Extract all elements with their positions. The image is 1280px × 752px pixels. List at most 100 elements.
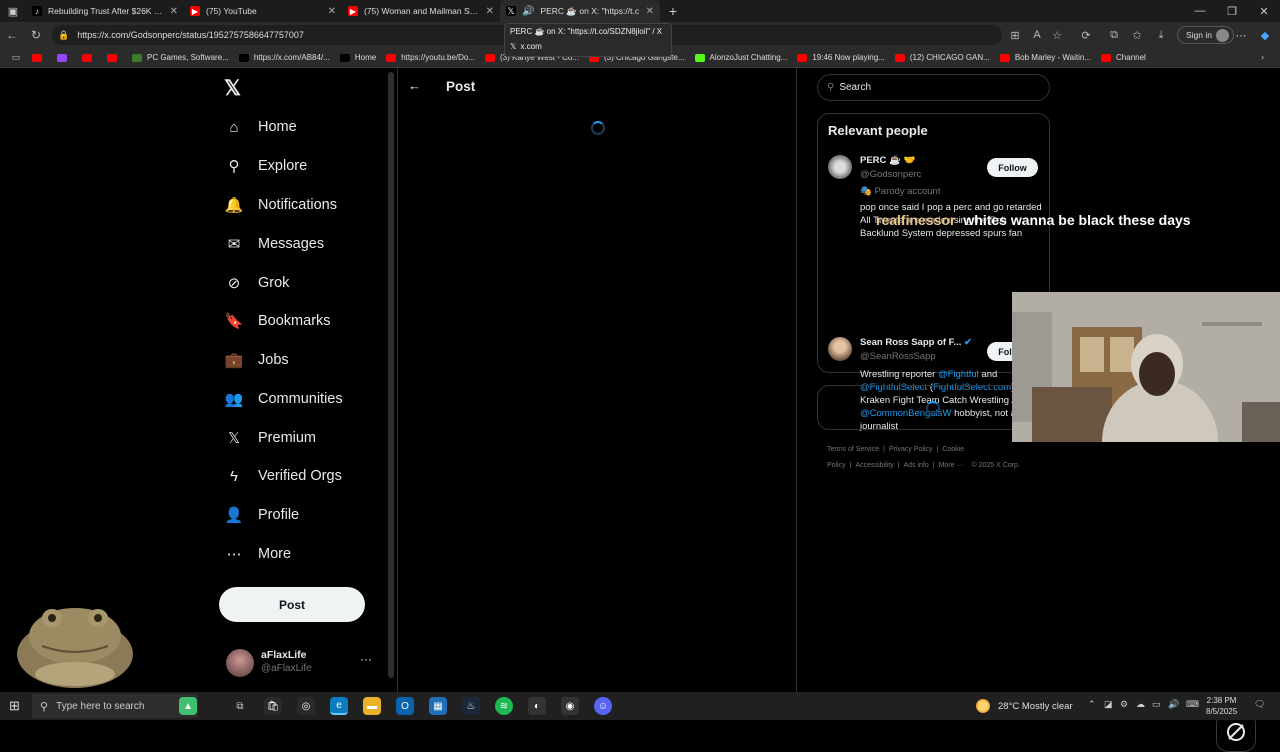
volume-icon[interactable]: 🔊: [1168, 699, 1179, 710]
network-icon[interactable]: ▭: [1152, 699, 1161, 710]
app-icon[interactable]: ◐: [528, 697, 546, 715]
store-icon[interactable]: 🛍: [264, 697, 282, 715]
nav-item-messages[interactable]: ✉ Messages: [224, 229, 324, 259]
tray-app-icon[interactable]: ☁: [1136, 699, 1145, 710]
bookmark-item[interactable]: Home: [339, 53, 376, 62]
speaker-icon[interactable]: 🔊: [522, 6, 534, 17]
refresh-page-icon[interactable]: ⟳: [1077, 26, 1095, 44]
maximize-icon[interactable]: ❐: [1216, 0, 1248, 22]
follow-button[interactable]: Follow: [987, 158, 1038, 177]
favorites-icon[interactable]: ✩: [1128, 26, 1146, 44]
bookmark-item[interactable]: Channel: [1101, 53, 1146, 62]
tab-youtube[interactable]: ▶ (75) YouTube ✕: [184, 0, 342, 22]
footer-link[interactable]: More ···: [939, 462, 964, 469]
bookmark-item[interactable]: AlonzoJust Chatting...: [694, 53, 787, 62]
extensions-icon[interactable]: ⧉: [1105, 26, 1123, 44]
post-button[interactable]: Post: [219, 587, 365, 622]
avatar: [828, 155, 852, 179]
notifications-icon[interactable]: 🗨: [1254, 699, 1265, 710]
nav-item-grok[interactable]: ⊘ Grok: [224, 268, 290, 298]
settings-more-icon[interactable]: ⋯: [1232, 26, 1250, 44]
weather-sun-icon: [976, 699, 990, 713]
footer-link[interactable]: Privacy Policy: [889, 446, 933, 453]
bookmark-item[interactable]: 19:46 Now playing...: [797, 53, 885, 62]
downloads-icon[interactable]: ⤓: [1152, 26, 1170, 44]
clock-date: 8/5/2025: [1206, 707, 1238, 716]
back-arrow-icon[interactable]: ←: [408, 78, 421, 93]
taskbar-search-input[interactable]: ⚲ Type here to search: [32, 694, 198, 718]
nav-item-more[interactable]: ⋯ More: [224, 539, 292, 569]
tab-tiktok[interactable]: ♪ Rebuilding Trust After $26K Poké ✕: [26, 0, 184, 22]
nav-item-profile[interactable]: 👤 Profile: [224, 500, 299, 530]
nav-item-bookmarks[interactable]: 🔖 Bookmarks: [224, 306, 331, 336]
bookmark-item[interactable]: https://youtu.be/Do...: [386, 53, 475, 62]
close-tab-icon[interactable]: ✕: [328, 6, 336, 17]
nav-item-home[interactable]: ⌂ Home: [224, 112, 296, 142]
favorite-star-icon[interactable]: ☆: [1048, 26, 1066, 44]
x-logo-icon[interactable]: 𝕏: [224, 76, 241, 101]
obs-icon[interactable]: ◉: [561, 697, 579, 715]
bookmark-item[interactable]: [107, 53, 122, 62]
close-tab-icon[interactable]: ✕: [170, 6, 178, 17]
footer-link[interactable]: Ads info: [903, 462, 928, 469]
bookmark-item[interactable]: https://x.com/AB84/...: [238, 53, 330, 62]
tray-chevron-icon[interactable]: ⌃: [1088, 699, 1096, 710]
nav-item-label: Bookmarks: [258, 313, 331, 329]
task-view-icon[interactable]: ⧉: [231, 697, 249, 715]
person-name[interactable]: PERC ☕ 🤝: [860, 155, 915, 166]
bookmark-item[interactable]: [82, 53, 97, 62]
more-options-icon[interactable]: ···: [360, 652, 372, 666]
site-info-icon[interactable]: 🔒: [58, 30, 69, 41]
back-icon[interactable]: ←: [0, 23, 24, 47]
nav-item-premium[interactable]: 𝕏 Premium: [224, 423, 316, 453]
sign-in-button[interactable]: Sign in: [1177, 26, 1234, 44]
account-switcher[interactable]: aFlaxLife @aFlaxLife ···: [226, 646, 386, 680]
minimize-icon[interactable]: —: [1184, 0, 1216, 22]
tab-youtube-woman-mailman[interactable]: ▶ (75) Woman and Mailman Share ✕: [342, 0, 500, 22]
close-tab-icon[interactable]: ✕: [486, 6, 494, 17]
bookmarks-menu-icon[interactable]: ▭: [0, 52, 32, 63]
window-menu-icon[interactable]: ▣: [0, 0, 26, 22]
steam-icon[interactable]: ♨: [462, 697, 480, 715]
language-icon[interactable]: ⌨: [1186, 699, 1199, 710]
tab-x-perc[interactable]: 𝕏 🔊 PERC ☕ on X: "https://t.c ✕: [500, 0, 660, 22]
copilot-icon[interactable]: ◆: [1256, 26, 1274, 44]
chrome-icon[interactable]: ◎: [297, 697, 315, 715]
bookmark-item[interactable]: PC Games, Software...: [132, 53, 229, 62]
file-explorer-icon[interactable]: ▬: [363, 697, 381, 715]
more-bookmarks-icon[interactable]: ›: [1261, 52, 1264, 62]
start-windows-icon[interactable]: ⊞: [9, 698, 20, 714]
bookmark-item[interactable]: (12) CHICAGO GAN...: [894, 53, 990, 62]
edge-icon[interactable]: e: [330, 697, 348, 715]
outlook-icon[interactable]: O: [396, 697, 414, 715]
weather-widget[interactable]: 28°C Mostly clear: [976, 699, 1073, 713]
spotify-icon[interactable]: ≋: [495, 697, 513, 715]
read-aloud-icon[interactable]: A: [1028, 26, 1046, 44]
close-window-icon[interactable]: ✕: [1248, 0, 1280, 22]
app-available-icon[interactable]: ⊞: [1006, 26, 1024, 44]
bookmark-item[interactable]: [57, 53, 72, 62]
footer-link[interactable]: Accessibility: [856, 462, 894, 469]
footer-link[interactable]: © 2025 X Corp.: [971, 462, 1019, 469]
new-tab-button[interactable]: +: [660, 0, 686, 22]
tray-app-icon[interactable]: ⚙: [1120, 699, 1128, 710]
footer-link[interactable]: Terms of Service: [827, 446, 879, 453]
tray-app-icon[interactable]: ◪: [1104, 699, 1113, 710]
close-tab-icon[interactable]: ✕: [646, 6, 654, 17]
nav-item-jobs[interactable]: 💼 Jobs: [224, 345, 289, 375]
discord-icon[interactable]: ☺: [594, 697, 612, 715]
search-input[interactable]: ⚲ Search: [817, 74, 1050, 101]
game-app-icon[interactable]: ▲: [179, 697, 197, 715]
nav-item-verified-orgs[interactable]: ϟ Verified Orgs: [224, 461, 342, 491]
mention-link[interactable]: @Fightful: [938, 369, 979, 380]
taskbar-clock[interactable]: 2:38 PM 8/5/2025: [1206, 695, 1237, 717]
person-name[interactable]: Sean Ross Sapp of F... ✔: [860, 337, 972, 348]
bookmark-item[interactable]: [32, 53, 47, 62]
bookmark-item[interactable]: Bob Marley - Waitin...: [999, 53, 1091, 62]
photos-icon[interactable]: ▦: [429, 697, 447, 715]
refresh-icon[interactable]: ↻: [24, 23, 48, 47]
nav-item-communities[interactable]: 👥 Communities: [224, 384, 343, 414]
scrollbar[interactable]: [388, 72, 394, 678]
nav-item-explore[interactable]: ⚲ Explore: [224, 151, 308, 181]
nav-item-notifications[interactable]: 🔔 Notifications: [224, 190, 337, 220]
